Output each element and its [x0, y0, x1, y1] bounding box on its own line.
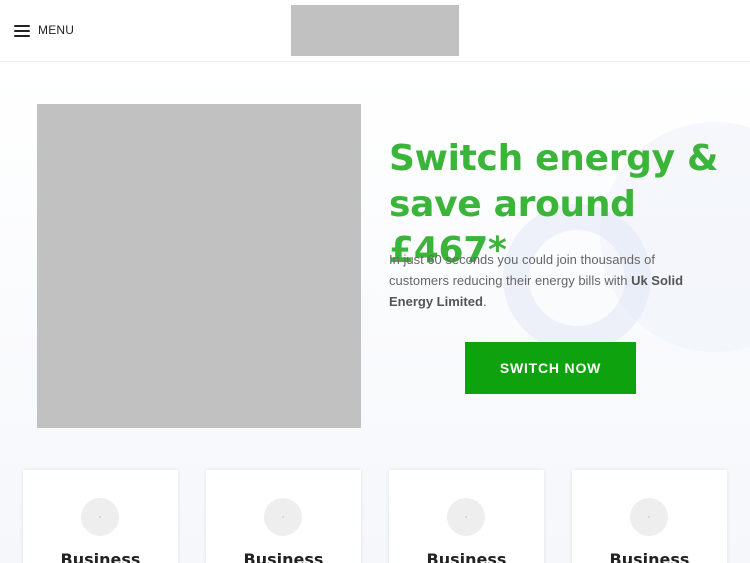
service-card[interactable]: Business: [572, 470, 727, 563]
intro-text-suffix: .: [482, 294, 487, 309]
menu-label: MENU: [38, 23, 75, 37]
hero-image: [37, 104, 361, 428]
card-title: Business: [60, 550, 141, 563]
menu-button[interactable]: MENU: [14, 21, 74, 39]
card-title: Business: [609, 550, 690, 563]
service-icon: [447, 498, 485, 536]
hero-intro-text: In just 60 seconds you could join thousa…: [389, 249, 709, 312]
service-icon: [630, 498, 668, 536]
site-header: MENU: [0, 0, 750, 62]
hamburger-icon: [14, 24, 30, 37]
card-title: Business: [243, 550, 324, 563]
service-icon: [264, 498, 302, 536]
hero-section: Switch energy & save around £467* In jus…: [0, 62, 750, 563]
intro-text-prefix: In just 60 seconds you could join thousa…: [389, 252, 655, 288]
card-title: Business: [426, 550, 507, 563]
service-card[interactable]: Business: [389, 470, 544, 563]
switch-now-button[interactable]: SWITCH NOW: [465, 342, 636, 394]
service-icon: [81, 498, 119, 536]
logo-image[interactable]: [291, 5, 459, 56]
service-card[interactable]: Business: [23, 470, 178, 563]
service-card[interactable]: Business: [206, 470, 361, 563]
